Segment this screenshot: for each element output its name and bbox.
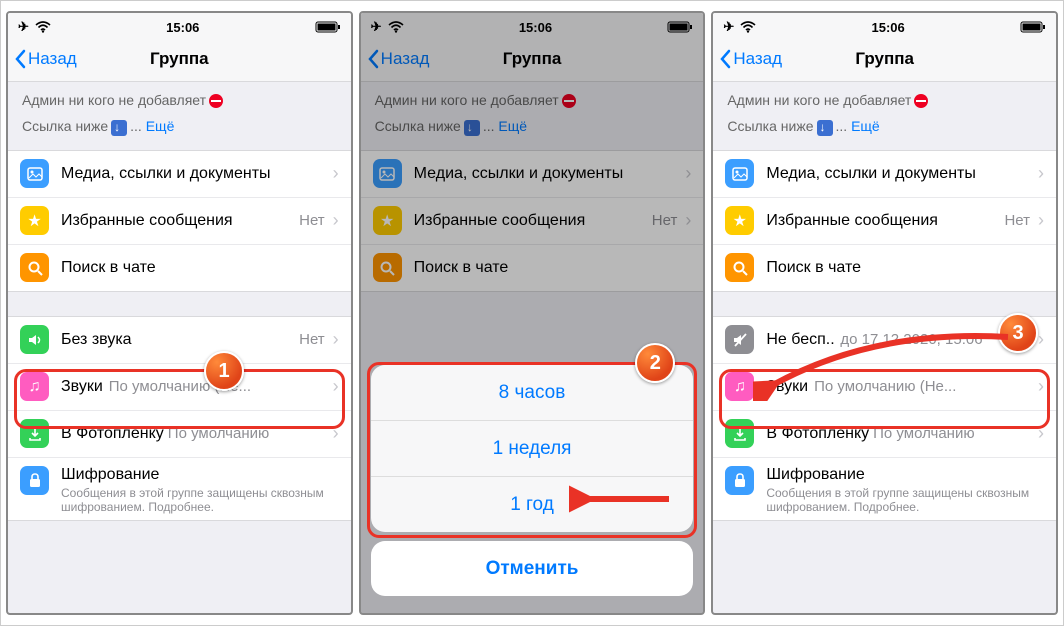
chevron-right-icon: › (333, 210, 339, 231)
option-1w[interactable]: 1 неделя (371, 421, 694, 477)
option-1y[interactable]: 1 год (371, 477, 694, 532)
group-info-text: Админ ни кого не добавляет Ссылка ниже..… (713, 82, 1056, 150)
row-sounds[interactable]: ♫ЗвукиПо умолчанию (Не...› (713, 364, 1056, 411)
music-icon: ♫ (725, 372, 754, 401)
row-encryption[interactable]: ШифрованиеСообщения в этой группе защище… (713, 458, 1056, 521)
row-save[interactable]: В ФотоплёнкуПо умолчанию› (8, 411, 351, 458)
row-save[interactable]: В ФотоплёнкуПо умолчанию› (713, 411, 1056, 458)
row-starred[interactable]: ★Избранные сообщенияНет› (8, 198, 351, 245)
badge-3: 3 (998, 313, 1038, 353)
chevron-right-icon: › (333, 329, 339, 350)
battery-icon (315, 21, 341, 33)
arrow-down-icon (817, 120, 833, 136)
screen-2: ✈︎ 15:06 Назад Группа Админ ни кого не д… (359, 11, 706, 615)
row-search[interactable]: Поиск в чате (713, 245, 1056, 291)
speaker-icon (20, 325, 49, 354)
row-search[interactable]: Поиск в чате (8, 245, 351, 291)
more-link[interactable]: Ещё (851, 118, 880, 134)
search-icon (20, 253, 49, 282)
battery-icon (1020, 21, 1046, 33)
wifi-icon (35, 21, 51, 33)
more-link[interactable]: Ещё (146, 118, 175, 134)
music-icon: ♫ (20, 372, 49, 401)
no-entry-icon (209, 94, 223, 108)
row-media[interactable]: Медиа, ссылки и документы› (713, 151, 1056, 198)
row-starred[interactable]: ★Избранные сообщенияНет› (713, 198, 1056, 245)
screen-3: ✈︎ 15:06 Назад Группа Админ ни кого не д… (711, 11, 1058, 615)
clock: 15:06 (872, 20, 905, 35)
status-bar: ✈︎ 15:06 (713, 13, 1056, 37)
search-icon (725, 253, 754, 282)
chevron-right-icon: › (333, 423, 339, 444)
nav-bar: Назад Группа (713, 37, 1056, 82)
airplane-icon: ✈︎ (18, 19, 29, 35)
chevron-right-icon: › (1038, 163, 1044, 184)
row-mute[interactable]: Без звукаНет› (8, 317, 351, 364)
group-info-text: Админ ни кого не добавляет Ссылка ниже..… (8, 82, 351, 150)
badge-1: 1 (204, 351, 244, 391)
no-entry-icon (914, 94, 928, 108)
chevron-right-icon: › (1038, 423, 1044, 444)
star-icon: ★ (20, 206, 49, 235)
download-icon (20, 419, 49, 448)
lock-icon (20, 466, 49, 495)
back-button[interactable]: Назад (8, 49, 77, 69)
action-sheet: 8 часов 1 неделя 1 год (371, 365, 694, 532)
row-encryption[interactable]: ШифрованиеСообщения в этой группе защище… (8, 458, 351, 521)
download-icon (725, 419, 754, 448)
chevron-right-icon: › (333, 376, 339, 397)
cancel-button[interactable]: Отменить (371, 541, 694, 596)
photo-icon (20, 159, 49, 188)
chevron-right-icon: › (1038, 329, 1044, 350)
nav-bar: Назад Группа (8, 37, 351, 82)
clock: 15:06 (166, 20, 199, 35)
row-media[interactable]: Медиа, ссылки и документы› (8, 151, 351, 198)
mute-icon (725, 325, 754, 354)
airplane-icon: ✈︎ (723, 19, 734, 35)
chevron-right-icon: › (333, 163, 339, 184)
star-icon: ★ (725, 206, 754, 235)
arrow-down-icon (111, 120, 127, 136)
screen-1: ✈︎ 15:06 Назад Группа Админ ни кого не д… (6, 11, 353, 615)
wifi-icon (740, 21, 756, 33)
chevron-right-icon: › (1038, 376, 1044, 397)
status-bar: ✈︎ 15:06 (8, 13, 351, 37)
chevron-right-icon: › (1038, 210, 1044, 231)
photo-icon (725, 159, 754, 188)
back-button[interactable]: Назад (713, 49, 782, 69)
lock-icon (725, 466, 754, 495)
list-1: Медиа, ссылки и документы› ★Избранные со… (8, 150, 351, 292)
row-sounds[interactable]: ♫ЗвукиПо умолчанию (Не...› (8, 364, 351, 411)
list-1: Медиа, ссылки и документы› ★Избранные со… (713, 150, 1056, 292)
list-2: Без звукаНет› ♫ЗвукиПо умолчанию (Не...›… (8, 316, 351, 522)
